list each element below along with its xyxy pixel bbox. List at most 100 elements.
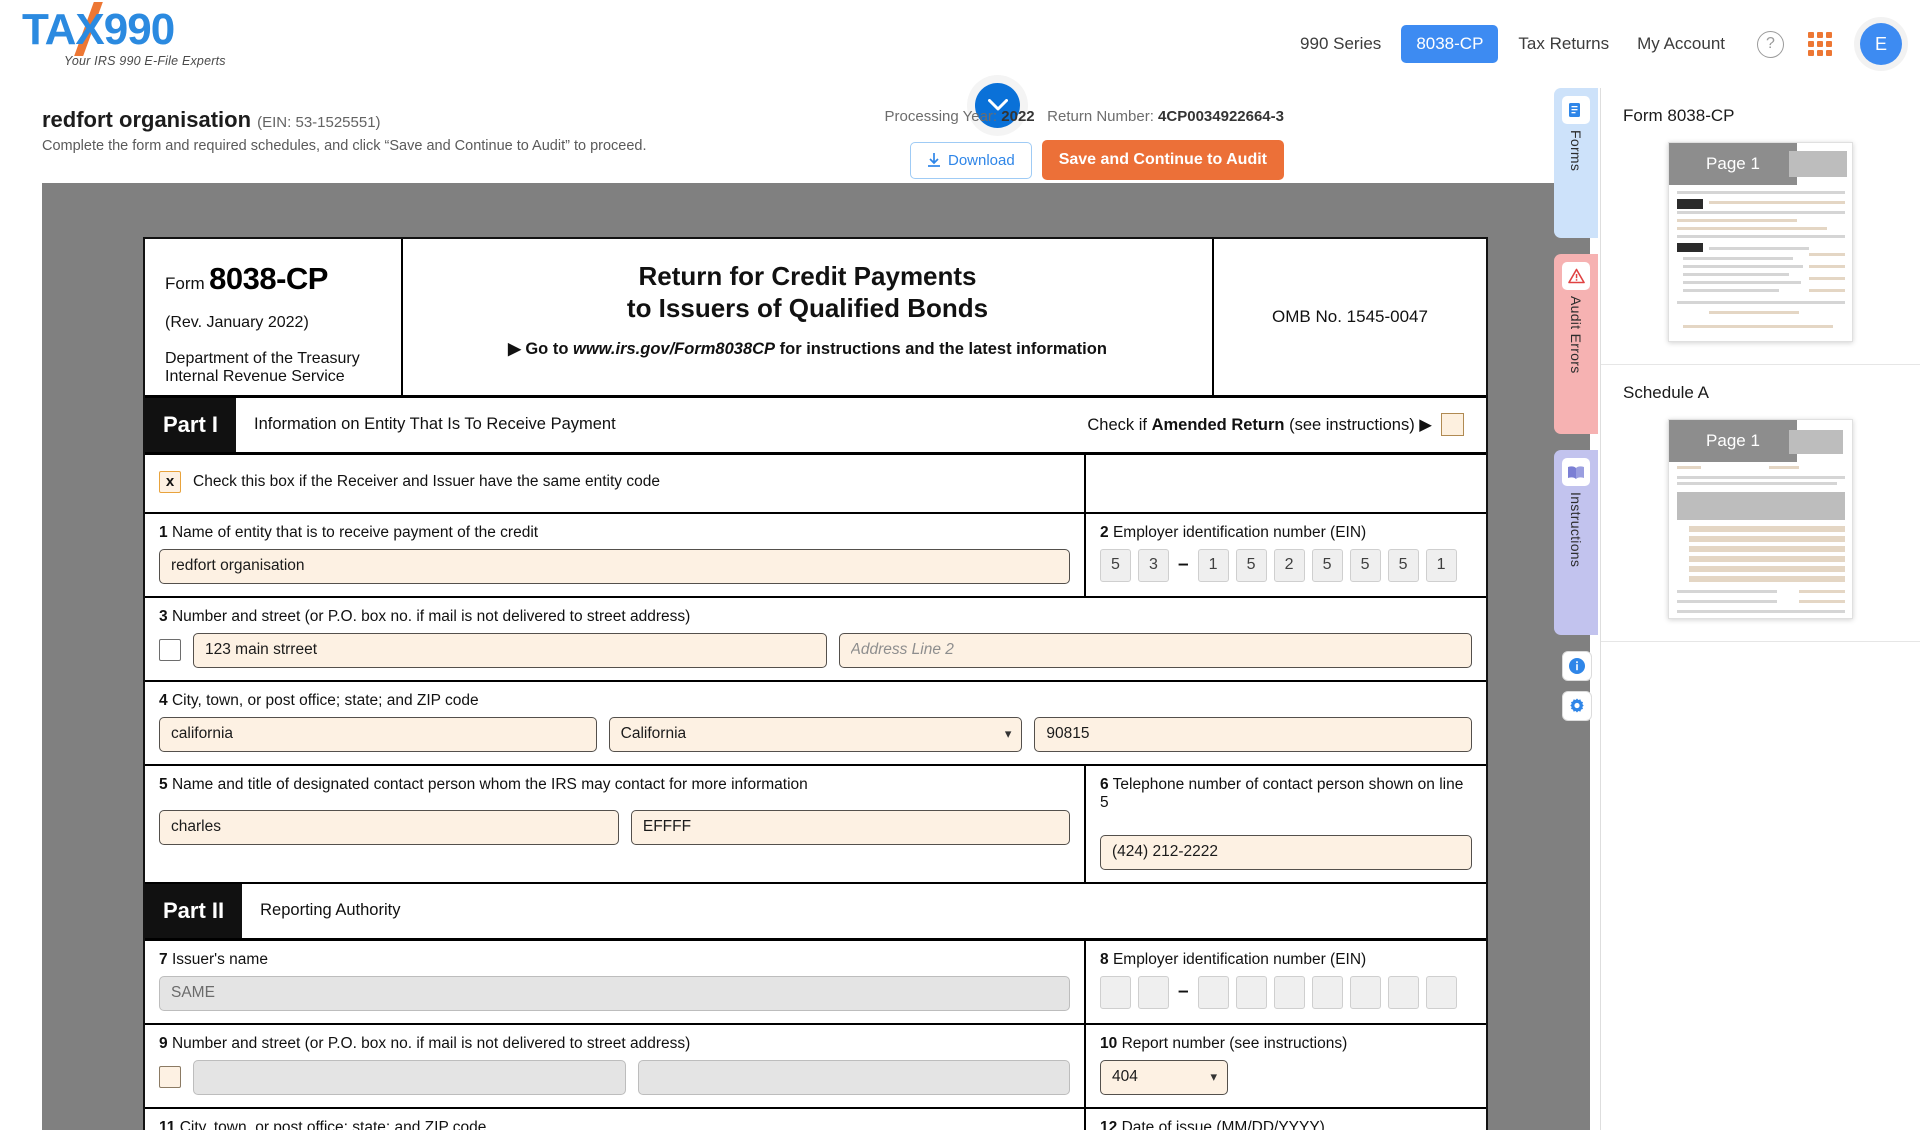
form-department: Department of the Treasury Internal Reve… [165, 350, 401, 387]
line-1-label: 1 Name of entity that is to receive paym… [159, 524, 1070, 542]
return-meta: Processing Year: 2022 Return Number: 4CP… [885, 108, 1284, 125]
line-11-cell: 11 City, town, or post office; state; an… [145, 1109, 1086, 1130]
form-number: 8038-CP [209, 261, 328, 296]
form-identity: Form 8038-CP [165, 261, 401, 297]
issuer-foreign-address-checkbox[interactable] [159, 1066, 181, 1088]
line-5-label: 5 Name and title of designated contact p… [159, 776, 1070, 794]
ein-digit[interactable]: 5 [1388, 549, 1419, 582]
rail-tab-forms[interactable]: Forms [1554, 88, 1598, 238]
ein-digit[interactable] [1312, 976, 1343, 1009]
rail-tab-instructions[interactable]: Instructions [1554, 450, 1598, 635]
line-12-label: 12 Date of issue (MM/DD/YYYY) [1100, 1119, 1472, 1130]
line-6-label: 6 Telephone number of contact person sho… [1100, 776, 1472, 812]
ein-digit[interactable]: 5 [1312, 549, 1343, 582]
ein-digit[interactable] [1198, 976, 1229, 1009]
form-revision: (Rev. January 2022) [165, 314, 401, 332]
line-5-fields [159, 810, 1070, 845]
gear-icon[interactable] [1562, 691, 1592, 721]
nav-item-990-series[interactable]: 990 Series [1286, 26, 1395, 62]
contact-title-input[interactable] [631, 810, 1070, 845]
goto-prefix: ▶ Go to [508, 340, 573, 358]
panel-section-title: Form 8038-CP [1623, 106, 1898, 126]
same-entity-code-checkbox[interactable]: x [159, 471, 181, 493]
apps-grid-icon[interactable] [1808, 31, 1834, 57]
line-6-cell: 6 Telephone number of contact person sho… [1086, 766, 1486, 882]
issuer-address-line-1-input[interactable] [193, 1060, 626, 1095]
address-line-1-input[interactable] [193, 633, 827, 668]
line-2-label: 2 Employer identification number (EIN) [1100, 524, 1472, 542]
contact-name-input[interactable] [159, 810, 619, 845]
download-label: Download [948, 152, 1015, 169]
org-ein: (EIN: 53-1525551) [257, 114, 380, 131]
line-11-12-row: 11 City, town, or post office; state; an… [145, 1109, 1486, 1130]
download-button[interactable]: Download [910, 142, 1032, 179]
amended-return-checkbox[interactable] [1441, 413, 1464, 436]
book-icon [1562, 458, 1590, 486]
nav-item-8038-cp[interactable]: 8038-CP [1401, 25, 1498, 63]
brand-logo[interactable]: TAX990 Your IRS 990 E-File Experts [22, 8, 262, 68]
thumbnail-schedule-a-page-1[interactable]: Page 1 [1668, 419, 1853, 619]
ein-digit[interactable]: 5 [1100, 549, 1131, 582]
city-input[interactable] [159, 717, 597, 752]
issuer-ein-group[interactable]: – [1100, 976, 1472, 1009]
form-header-center: Return for Credit Payments to Issuers of… [403, 239, 1214, 395]
side-rail: Forms Audit Errors Instructions [1554, 88, 1600, 778]
line-3-label: 3 Number and street (or P.O. box no. if … [159, 608, 1472, 626]
ein-digit[interactable]: 1 [1426, 549, 1457, 582]
line-12-cell: 12 Date of issue (MM/DD/YYYY) [1086, 1109, 1486, 1130]
ein-dash: – [1176, 981, 1191, 1003]
form-canvas[interactable]: Form 8038-CP (Rev. January 2022) Departm… [42, 183, 1590, 1130]
form-header-left: Form 8038-CP (Rev. January 2022) Departm… [145, 239, 403, 395]
ein-digit[interactable] [1426, 976, 1457, 1009]
line-9-cell: 9 Number and street (or P.O. box no. if … [145, 1025, 1086, 1107]
question-circle-icon[interactable]: ? [1757, 31, 1784, 58]
goto-url[interactable]: www.irs.gov/Form8038CP [573, 340, 775, 358]
rail-tab-instructions-label: Instructions [1568, 492, 1584, 567]
form-goto-line: ▶ Go to www.irs.gov/Form8038CP for instr… [413, 339, 1202, 359]
logo-wordmark: TAX990 [22, 8, 174, 52]
return-number-value: 4CP0034922664-3 [1158, 108, 1284, 125]
line-10-label: 10 Report number (see instructions) [1100, 1035, 1472, 1053]
issuer-address-line-2-input[interactable] [638, 1060, 1071, 1095]
ein-digit[interactable] [1138, 976, 1169, 1009]
top-navigation-bar: TAX990 Your IRS 990 E-File Experts 990 S… [0, 0, 1920, 88]
ein-digit[interactable]: 2 [1274, 549, 1305, 582]
nav-item-tax-returns[interactable]: Tax Returns [1504, 26, 1623, 62]
contact-phone-input[interactable] [1100, 835, 1472, 870]
line-8-label: 8 Employer identification number (EIN) [1100, 951, 1472, 969]
state-select[interactable] [609, 717, 1023, 752]
line-3-row: 3 Number and street (or P.O. box no. if … [145, 598, 1486, 682]
avatar[interactable]: E [1860, 23, 1902, 65]
rail-tab-audit-errors[interactable]: Audit Errors [1554, 254, 1598, 434]
receiver-ein-group[interactable]: 5 3 – 1 5 2 5 5 5 1 [1100, 549, 1472, 582]
foreign-address-checkbox[interactable] [159, 639, 181, 661]
ein-digit[interactable]: 3 [1138, 549, 1169, 582]
ein-digit[interactable] [1274, 976, 1305, 1009]
line-5-cell: 5 Name and title of designated contact p… [145, 766, 1086, 882]
form-title-line-2: to Issuers of Qualified Bonds [413, 293, 1202, 325]
line-7-label: 7 Issuer's name [159, 951, 1070, 969]
info-circle-icon[interactable] [1562, 651, 1592, 681]
address-line-2-input[interactable] [839, 633, 1473, 668]
ein-digit[interactable] [1236, 976, 1267, 1009]
nav-item-my-account[interactable]: My Account [1623, 26, 1739, 62]
save-and-continue-button[interactable]: Save and Continue to Audit [1042, 140, 1284, 180]
entity-name-input[interactable] [159, 549, 1070, 584]
org-name: redfort organisation [42, 107, 251, 132]
zip-input[interactable] [1034, 717, 1472, 752]
line-8-cell: 8 Employer identification number (EIN) – [1086, 941, 1486, 1023]
ein-digit[interactable]: 5 [1350, 549, 1381, 582]
ein-digit[interactable]: 5 [1236, 549, 1267, 582]
thumbnail-form-8038cp-page-1[interactable]: Page 1 [1668, 142, 1853, 342]
line-7-cell: 7 Issuer's name [145, 941, 1086, 1023]
ein-digit[interactable]: 1 [1198, 549, 1229, 582]
line-7-8-row: 7 Issuer's name 8 Employer identificatio… [145, 941, 1486, 1025]
report-number-select[interactable] [1100, 1060, 1228, 1095]
issuer-name-input[interactable] [159, 976, 1070, 1011]
line-4-cell: 4 City, town, or post office; state; and… [145, 682, 1486, 764]
ein-digit[interactable] [1350, 976, 1381, 1009]
panel-section-schedule-a: Schedule A Page 1 [1601, 365, 1920, 642]
ein-digit[interactable] [1388, 976, 1419, 1009]
ein-digit[interactable] [1100, 976, 1131, 1009]
part-1-header: Part I Information on Entity That Is To … [145, 398, 1486, 455]
